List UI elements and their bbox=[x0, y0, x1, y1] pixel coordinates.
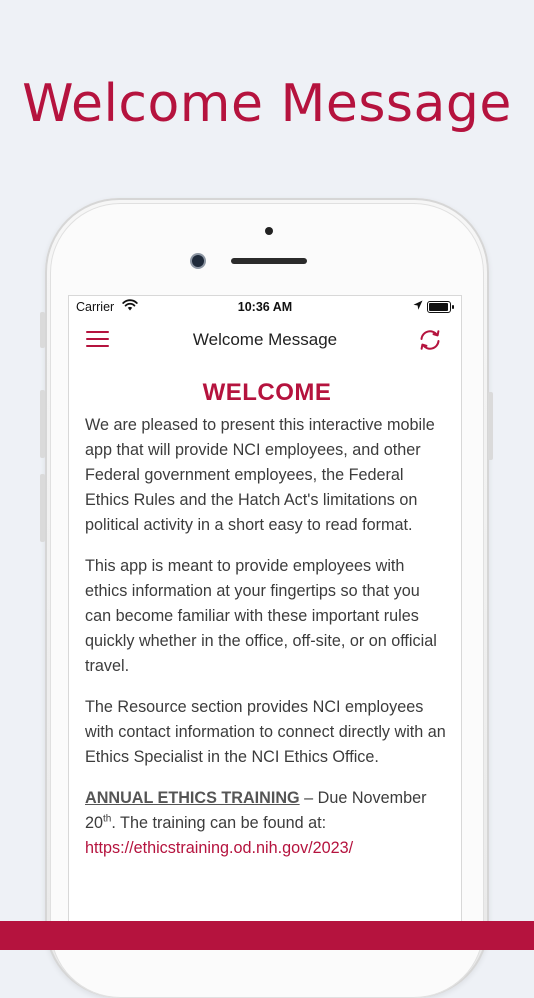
proximity-sensor bbox=[265, 227, 273, 235]
training-location-text: . The training can be found at: bbox=[111, 814, 327, 832]
welcome-heading: WELCOME bbox=[202, 379, 332, 406]
footer-accent-bar bbox=[0, 921, 534, 950]
front-camera-icon bbox=[192, 255, 204, 267]
banner-title: Welcome Message bbox=[22, 74, 512, 134]
volume-up-button bbox=[40, 390, 45, 458]
nav-title: Welcome Message bbox=[192, 330, 338, 349]
training-title: ANNUAL ETHICS TRAINING bbox=[85, 789, 300, 807]
training-link[interactable]: https://ethicstraining.od.nih.gov/2023/ bbox=[85, 839, 353, 857]
status-time: 10:36 AM bbox=[237, 300, 293, 314]
power-button bbox=[488, 392, 493, 460]
location-arrow-icon bbox=[413, 300, 423, 314]
navigation-bar: Welcome Message bbox=[69, 318, 461, 362]
battery-icon bbox=[427, 301, 454, 313]
welcome-content: WELCOME We are pleased to present this i… bbox=[85, 362, 449, 861]
paragraph-resources: The Resource section provides NCI employ… bbox=[85, 698, 446, 766]
volume-down-button bbox=[40, 474, 45, 542]
refresh-icon[interactable] bbox=[417, 327, 443, 353]
paragraph-purpose: This app is meant to provide employees w… bbox=[85, 557, 437, 675]
mute-switch bbox=[40, 312, 45, 348]
paragraph-intro: We are pleased to present this interacti… bbox=[85, 416, 435, 534]
status-bar: Carrier 10:36 AM bbox=[69, 296, 461, 318]
battery-fill bbox=[429, 303, 448, 311]
app-screen: Carrier 10:36 AM Welcome Message WELCOME… bbox=[68, 295, 462, 937]
training-notice: ANNUAL ETHICS TRAINING – Due November 20… bbox=[85, 786, 449, 861]
earpiece-speaker bbox=[231, 258, 307, 264]
